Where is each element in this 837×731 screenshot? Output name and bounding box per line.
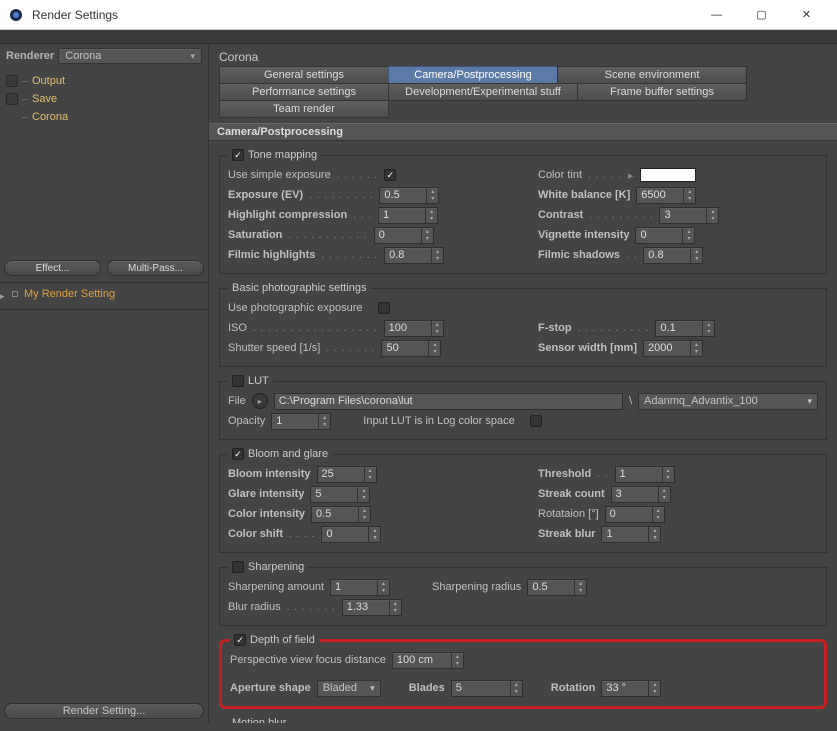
- render-setting-item[interactable]: ▸ My Render Setting: [0, 285, 208, 303]
- tab-dev[interactable]: Development/Experimental stuff: [388, 83, 578, 101]
- bloom-intensity-input[interactable]: 25▴▾: [317, 466, 377, 483]
- tone-mapping-group: Tone mapping Use simple exposure. . . . …: [219, 149, 827, 274]
- glare-intensity-input[interactable]: 5▴▾: [310, 486, 370, 503]
- blur-radius-input[interactable]: 1.33▴▾: [342, 599, 402, 616]
- contrast-input[interactable]: 3▴▾: [659, 207, 719, 224]
- renderer-dropdown[interactable]: Corona: [58, 48, 202, 64]
- lut-opacity-input[interactable]: 1▴▾: [271, 413, 331, 430]
- multipass-button[interactable]: Multi-Pass...: [107, 260, 204, 276]
- sharpening-group: Sharpening Sharpening amount 1▴▾ Sharpen…: [219, 561, 827, 626]
- rotation-deg-input[interactable]: 0▴▾: [605, 506, 665, 523]
- use-simple-exposure-checkbox[interactable]: [384, 169, 396, 181]
- color-intensity-input[interactable]: 0.5▴▾: [311, 506, 371, 523]
- dof-group: Depth of field Perspective view focus di…: [219, 634, 827, 709]
- saturation-input[interactable]: 0▴▾: [374, 227, 434, 244]
- panel-title: Corona: [209, 44, 837, 66]
- file-browse-icon[interactable]: ▸: [252, 393, 268, 409]
- minimize-button[interactable]: —: [694, 0, 739, 29]
- tab-performance[interactable]: Performance settings: [219, 83, 389, 101]
- fstop-input[interactable]: 0.1▴▾: [655, 320, 715, 337]
- tab-general[interactable]: General settings: [219, 66, 389, 84]
- vignette-input[interactable]: 0▴▾: [635, 227, 695, 244]
- shutter-input[interactable]: 50▴▾: [381, 340, 441, 357]
- focus-distance-input[interactable]: 100 cm▴▾: [392, 652, 464, 669]
- toolbar-grip: [0, 30, 837, 44]
- blades-input[interactable]: 5▴▾: [451, 680, 523, 697]
- settings-tree: Output Save Corona: [0, 68, 208, 130]
- photographic-group: Basic photographic settings Use photogra…: [219, 282, 827, 367]
- iso-input[interactable]: 100▴▾: [384, 320, 444, 337]
- sharpening-radius-input[interactable]: 0.5▴▾: [527, 579, 587, 596]
- aperture-shape-dropdown[interactable]: Bladed: [317, 680, 381, 697]
- filmic-shadows-input[interactable]: 0.8▴▾: [643, 247, 703, 264]
- sensor-input[interactable]: 2000▴▾: [643, 340, 703, 357]
- tab-team-render[interactable]: Team render: [219, 100, 389, 118]
- color-shift-input[interactable]: 0▴▾: [321, 526, 381, 543]
- section-header: Camera/Postprocessing: [209, 123, 837, 141]
- tree-save[interactable]: Save: [6, 90, 202, 108]
- effect-button[interactable]: Effect...: [4, 260, 101, 276]
- streak-blur-input[interactable]: 1▴▾: [601, 526, 661, 543]
- tab-framebuffer[interactable]: Frame buffer settings: [577, 83, 747, 101]
- sharpening-checkbox[interactable]: [232, 561, 244, 573]
- tree-corona[interactable]: Corona: [6, 108, 202, 126]
- tab-camera[interactable]: Camera/Postprocessing: [388, 66, 558, 84]
- tab-scene-env[interactable]: Scene environment: [557, 66, 747, 84]
- maximize-button[interactable]: ▢: [739, 0, 784, 29]
- window-title: Render Settings: [32, 8, 694, 22]
- white-balance-input[interactable]: 6500▴▾: [636, 187, 696, 204]
- use-photo-exposure-checkbox[interactable]: [378, 302, 390, 314]
- lut-group: LUT File ▸ C:\Program Files\corona\lut \…: [219, 375, 827, 440]
- renderer-label: Renderer: [6, 50, 54, 62]
- app-icon: [8, 7, 24, 23]
- motion-blur-group: Motion blur Enable camera Enable objects…: [219, 717, 827, 723]
- threshold-input[interactable]: 1▴▾: [615, 466, 675, 483]
- dof-checkbox[interactable]: [234, 634, 246, 646]
- filmic-highlights-input[interactable]: 0.8▴▾: [384, 247, 444, 264]
- exposure-input[interactable]: 0.5▴▾: [379, 187, 439, 204]
- streak-count-input[interactable]: 3▴▾: [611, 486, 671, 503]
- lut-path-input[interactable]: C:\Program Files\corona\lut: [274, 393, 623, 410]
- expand-icon[interactable]: ▸: [0, 287, 5, 305]
- color-tint-swatch[interactable]: [640, 168, 696, 182]
- bloom-checkbox[interactable]: [232, 448, 244, 460]
- sharpening-amount-input[interactable]: 1▴▾: [330, 579, 390, 596]
- lut-checkbox[interactable]: [232, 375, 244, 387]
- highlight-compression-input[interactable]: 1▴▾: [378, 207, 438, 224]
- tone-mapping-checkbox[interactable]: [232, 149, 244, 161]
- lut-log-checkbox[interactable]: [530, 415, 542, 427]
- dof-rotation-input[interactable]: 33 °▴▾: [601, 680, 661, 697]
- lut-preset-dropdown[interactable]: Adanmq_Advantix_100: [638, 393, 818, 410]
- tree-output[interactable]: Output: [6, 72, 202, 90]
- window-titlebar: Render Settings — ▢ ✕: [0, 0, 837, 30]
- active-indicator-icon: [12, 291, 18, 297]
- render-setting-button[interactable]: Render Setting...: [4, 703, 204, 719]
- close-button[interactable]: ✕: [784, 0, 829, 29]
- bloom-group: Bloom and glare Bloom intensity25▴▾ Glar…: [219, 448, 827, 553]
